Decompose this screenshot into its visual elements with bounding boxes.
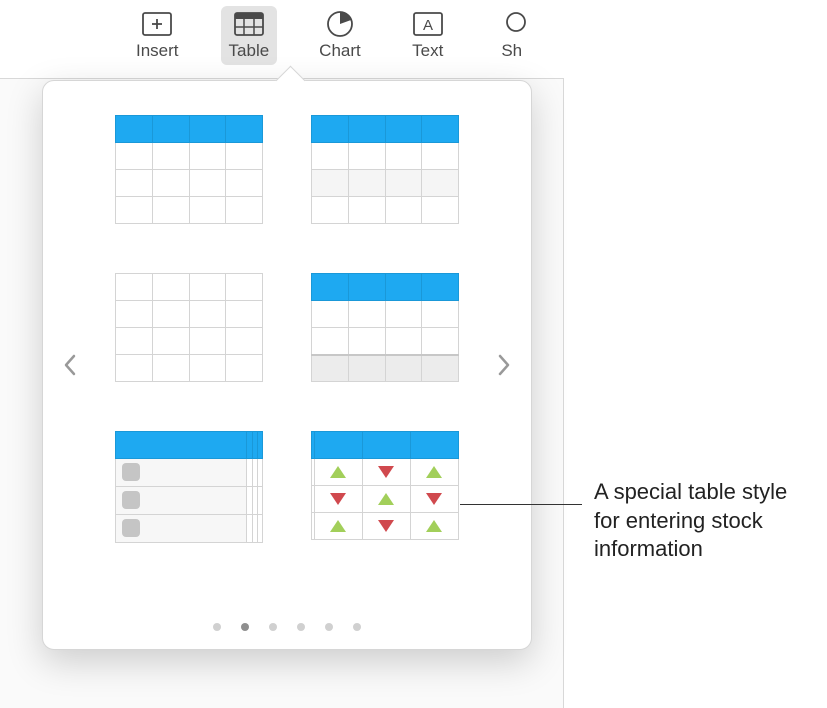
page-dots	[43, 623, 531, 631]
table-style-grid	[115, 115, 459, 539]
page-dot-2[interactable]	[241, 623, 249, 631]
text-icon: A	[411, 10, 445, 38]
page-dot-3[interactable]	[269, 623, 277, 631]
insert-icon	[140, 10, 174, 38]
toolbar: Insert Table Chart A Text Sh	[128, 6, 537, 65]
table-style-plain[interactable]	[115, 273, 263, 381]
callout-text: A special table style for entering stock…	[594, 478, 814, 564]
table-icon	[232, 10, 266, 38]
svg-text:A: A	[423, 17, 433, 34]
toolbar-text-button[interactable]: A Text	[403, 6, 453, 65]
toolbar-insert-label: Insert	[136, 41, 179, 61]
previous-page-button[interactable]	[57, 343, 83, 387]
toolbar-insert-button[interactable]: Insert	[128, 6, 187, 65]
table-styles-popover	[42, 80, 532, 650]
toolbar-text-label: Text	[412, 41, 443, 61]
toolbar-shape-label: Sh	[501, 41, 522, 61]
table-style-header-basic[interactable]	[115, 115, 263, 223]
toolbar-table-button[interactable]: Table	[221, 6, 278, 65]
page-dot-5[interactable]	[325, 623, 333, 631]
chart-icon	[323, 10, 357, 38]
toolbar-shape-button[interactable]: Sh	[487, 6, 537, 65]
table-style-header-alt[interactable]	[311, 115, 459, 223]
table-style-header-footer[interactable]	[311, 273, 459, 381]
shape-icon	[495, 10, 529, 38]
table-style-stock[interactable]	[311, 431, 459, 539]
toolbar-chart-label: Chart	[319, 41, 361, 61]
table-style-checklist[interactable]	[115, 431, 263, 539]
next-page-button[interactable]	[491, 343, 517, 387]
page-dot-1[interactable]	[213, 623, 221, 631]
page-dot-4[interactable]	[297, 623, 305, 631]
callout-line	[460, 504, 582, 505]
toolbar-table-label: Table	[229, 41, 270, 61]
page-dot-6[interactable]	[353, 623, 361, 631]
toolbar-chart-button[interactable]: Chart	[311, 6, 369, 65]
